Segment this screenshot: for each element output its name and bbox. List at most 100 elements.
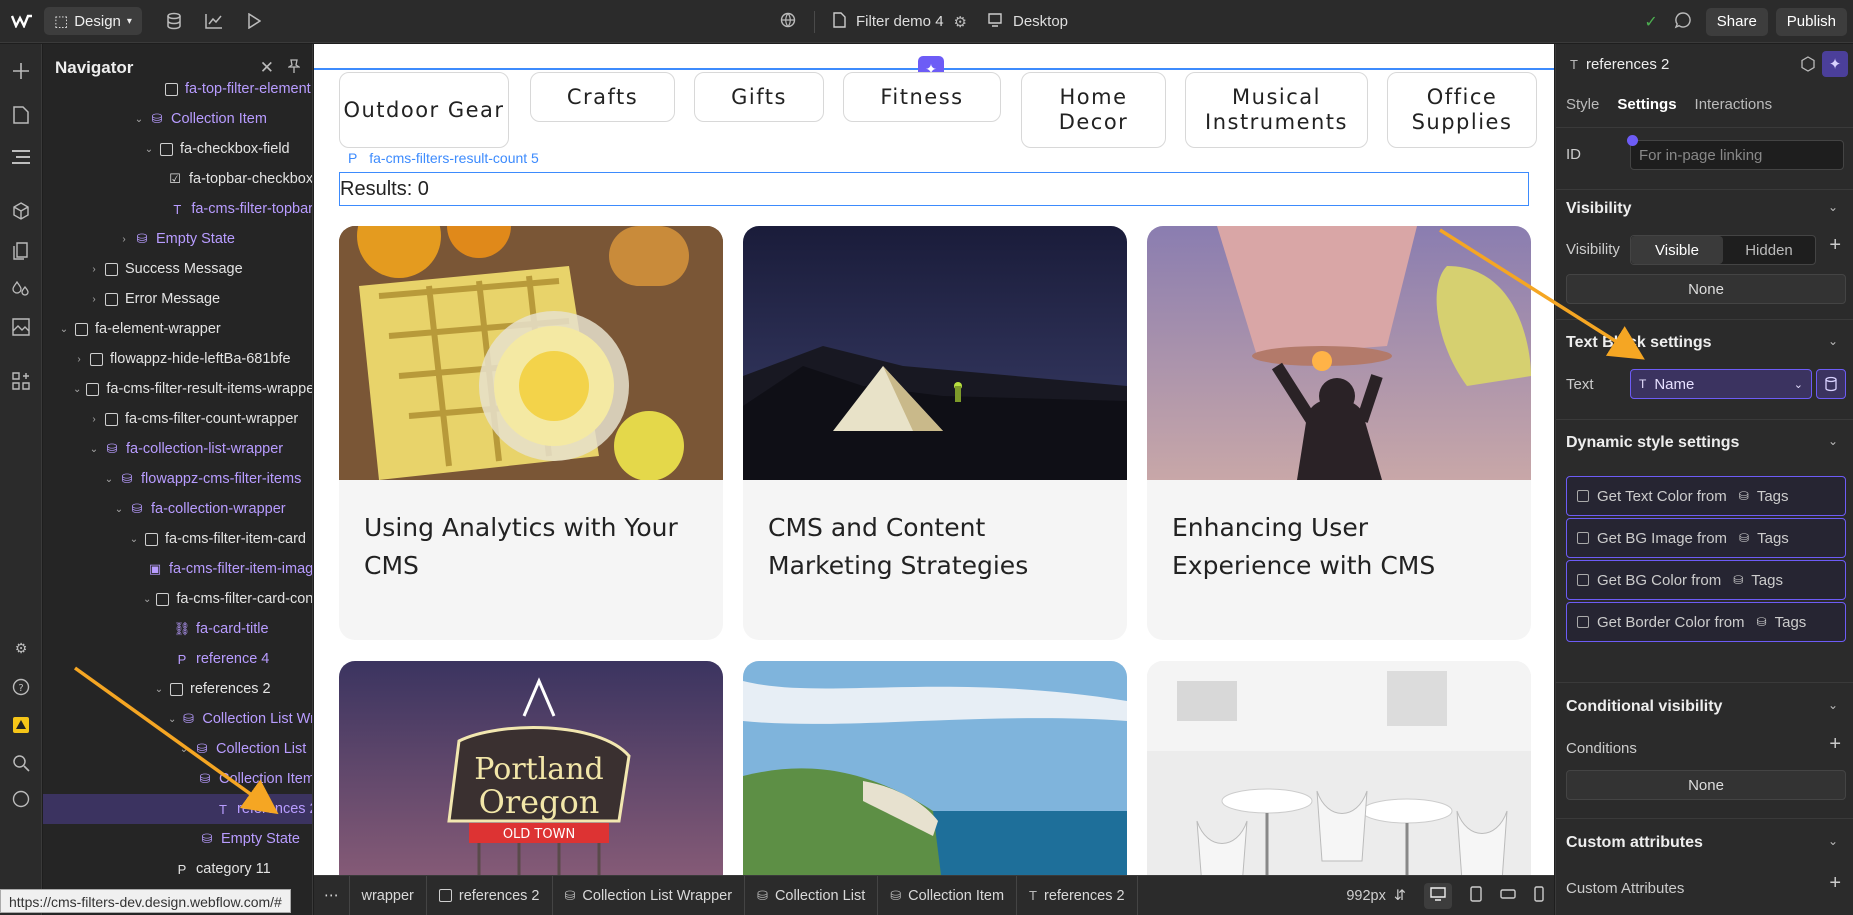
checkbox[interactable]	[1577, 490, 1589, 502]
search-icon[interactable]	[8, 750, 34, 776]
pages-icon[interactable]	[8, 102, 34, 128]
navigator-row[interactable]: ⌄ ⛁ fa-collection-wrapper	[43, 494, 312, 524]
desktop-breakpoint-icon[interactable]	[1424, 883, 1452, 909]
breakpoint-label[interactable]: Desktop	[1013, 13, 1068, 30]
navigator-row[interactable]: ⌄ ⛁ Collection List Wrapper	[43, 704, 312, 734]
expand-caret-icon[interactable]: ⌄	[143, 144, 155, 155]
globe-icon[interactable]	[780, 12, 796, 32]
resize-icon[interactable]: ⇵	[1394, 888, 1406, 904]
navigator-row[interactable]: › ⛁ Empty State	[43, 224, 312, 254]
navigator-row[interactable]: › flowappz-hide-leftBa-681bfe	[43, 344, 312, 374]
category-filter-button[interactable]: Crafts	[530, 72, 675, 122]
navigator-row[interactable]: ⌄ fa-cms-filter-result-items-wrapper	[43, 374, 312, 404]
settings-gear-icon[interactable]: ⚙	[8, 635, 34, 661]
checkbox[interactable]	[1577, 574, 1589, 586]
visible-option[interactable]: Visible	[1631, 236, 1723, 264]
expand-caret-icon[interactable]: ⌄	[128, 534, 140, 545]
category-filter-button[interactable]: Fitness	[843, 72, 1001, 122]
results-count[interactable]: Results: 0	[339, 172, 1529, 206]
add-visibility-icon[interactable]: +	[1829, 234, 1841, 257]
breadcrumb-item[interactable]: wrapper	[350, 875, 427, 915]
expand-caret-icon[interactable]: ⌄	[143, 594, 151, 605]
category-filter-button[interactable]: Gifts	[694, 72, 824, 122]
dynamic-style-row[interactable]: Get BG Image from ⛁ Tags	[1566, 518, 1846, 558]
publish-button[interactable]: Publish	[1775, 7, 1847, 36]
navigator-row[interactable]: ⌄ fa-element-wrapper	[43, 314, 312, 344]
navigator-row[interactable]: ⌄ fa-cms-filter-card-content	[43, 584, 312, 614]
blog-card-4-image[interactable]: Portland Oregon OLD TOWN	[339, 661, 723, 875]
expand-caret-icon[interactable]: ⌄	[168, 714, 176, 725]
custom-attributes-section-header[interactable]: Custom attributes ⌄	[1566, 834, 1844, 852]
activity-icon[interactable]	[8, 786, 34, 812]
navigator-row[interactable]: ⌄ ⛁ flowappz-cms-filter-items	[43, 464, 312, 494]
cms-bind-icon[interactable]	[1816, 369, 1846, 399]
breadcrumb-item[interactable]: Treferences 2	[1017, 875, 1138, 915]
check-icon[interactable]: ✓	[1644, 12, 1657, 32]
more-icon[interactable]: ⋯	[314, 875, 350, 915]
navigator-row[interactable]: ⛁ Empty State	[43, 824, 312, 854]
navigator-row[interactable]: › Success Message	[43, 254, 312, 284]
expand-caret-icon[interactable]: ⌄	[153, 684, 165, 695]
add-icon[interactable]	[8, 58, 34, 84]
expand-caret-icon[interactable]: ⌄	[88, 444, 100, 455]
component-icon[interactable]	[1800, 56, 1816, 76]
navigator-row[interactable]: Tfa-cms-filter-topbar	[43, 194, 312, 224]
expand-caret-icon[interactable]: ⌄	[73, 384, 81, 395]
dynamic-style-row[interactable]: Get Border Color from ⛁ Tags	[1566, 602, 1846, 642]
components-icon[interactable]	[8, 198, 34, 224]
navigator-row[interactable]: Treferences 2	[43, 794, 312, 824]
tab-style[interactable]: Style	[1566, 96, 1599, 113]
preview-play-icon[interactable]	[234, 0, 274, 43]
conditions-none[interactable]: None	[1566, 770, 1846, 800]
expand-caret-icon[interactable]: ⌄	[133, 114, 145, 125]
hidden-option[interactable]: Hidden	[1723, 236, 1815, 264]
checkbox[interactable]	[1577, 532, 1589, 544]
navigator-row[interactable]: ▣ fa-cms-filter-item-image	[43, 554, 312, 584]
navigator-row[interactable]: fa-top-filter-element	[43, 74, 312, 104]
expand-caret-icon[interactable]: ›	[73, 354, 85, 365]
navigator-row[interactable]: ⌄ fa-cms-filter-item-card	[43, 524, 312, 554]
navigator-icon[interactable]	[8, 144, 34, 170]
expand-caret-icon[interactable]: ›	[118, 234, 130, 245]
textblock-section-header[interactable]: Text Block settings ⌄	[1566, 334, 1844, 352]
assets-icon[interactable]	[8, 314, 34, 340]
tablet-breakpoint-icon[interactable]	[1470, 886, 1482, 906]
navigator-row[interactable]: ⌄ ⛁ fa-collection-list-wrapper	[43, 434, 312, 464]
warning-icon[interactable]	[8, 712, 34, 738]
tab-interactions[interactable]: Interactions	[1695, 96, 1773, 113]
expand-caret-icon[interactable]: ›	[88, 264, 100, 275]
comment-icon[interactable]	[1674, 11, 1692, 32]
mobile-breakpoint-icon[interactable]	[1534, 886, 1544, 906]
apps-icon[interactable]	[8, 368, 34, 394]
ai-assist-icon[interactable]: ✦	[1822, 51, 1848, 77]
gear-icon[interactable]: ⚙	[954, 13, 967, 31]
expand-caret-icon[interactable]: ⌄	[113, 504, 125, 515]
breadcrumb-item[interactable]: references 2	[427, 875, 553, 915]
blog-card-6-image[interactable]	[1147, 661, 1531, 875]
breadcrumb-item[interactable]: ⛁ Collection List	[745, 875, 879, 915]
share-button[interactable]: Share	[1705, 7, 1768, 36]
breadcrumb-item[interactable]: ⛁ Collection Item	[878, 875, 1018, 915]
add-condition-icon[interactable]: +	[1829, 733, 1841, 756]
navigator-row[interactable]: ⌄ ⛁ Collection List	[43, 734, 312, 764]
navigator-row[interactable]: ⌄ references 2	[43, 674, 312, 704]
category-filter-button[interactable]: Musical Instruments	[1185, 72, 1368, 148]
blog-card-1[interactable]: Using Analytics with Your CMS	[339, 226, 723, 640]
dynamic-style-row[interactable]: Get Text Color from ⛁ Tags	[1566, 476, 1846, 516]
blog-card-3[interactable]: Enhancing User Experience with CMS	[1147, 226, 1531, 640]
checkbox[interactable]	[1577, 616, 1589, 628]
visibility-section-header[interactable]: Visibility ⌄	[1566, 200, 1844, 218]
navigator-row[interactable]: Pcategory 11	[43, 854, 312, 884]
help-icon[interactable]: ?	[8, 674, 34, 700]
variables-icon[interactable]	[8, 238, 34, 264]
blog-card-5-image[interactable]	[743, 661, 1127, 875]
design-mode-button[interactable]: ⬚ Design ▾	[44, 7, 142, 35]
expand-caret-icon[interactable]: ⌄	[58, 324, 70, 335]
cms-database-icon[interactable]	[154, 0, 194, 43]
page-name[interactable]: Filter demo 4	[856, 13, 944, 30]
dynamic-section-header[interactable]: Dynamic style settings ⌄	[1566, 434, 1844, 452]
category-filter-button[interactable]: Home Decor	[1021, 72, 1166, 148]
tab-settings[interactable]: Settings	[1617, 96, 1676, 113]
navigator-row[interactable]: Preference 4	[43, 644, 312, 674]
dynamic-style-row[interactable]: Get BG Color from ⛁ Tags	[1566, 560, 1846, 600]
